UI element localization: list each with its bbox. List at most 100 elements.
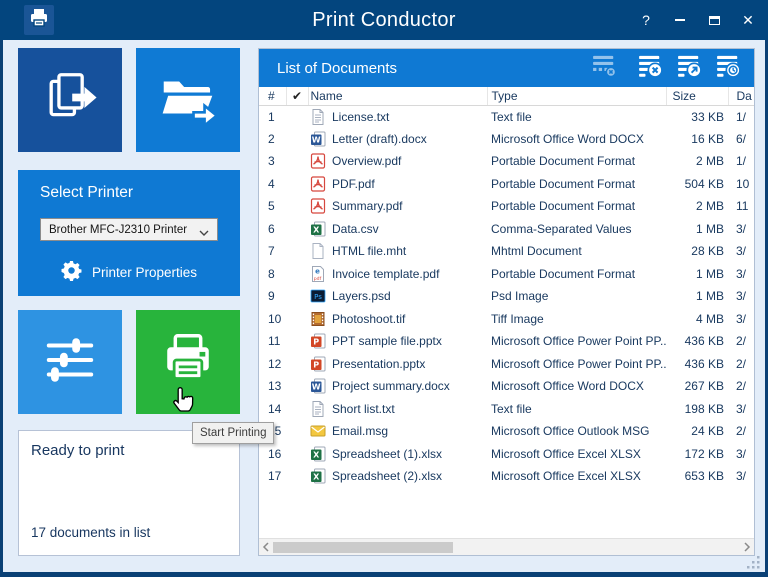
column-header-number[interactable]: # [259,87,286,105]
ppt-file-icon: P [310,356,326,372]
row-number-cell: 12 [259,353,286,376]
export-list-button[interactable] [677,56,703,80]
file-type-cell: Portable Document Format [487,173,666,196]
pdf-file-icon [310,153,326,169]
list-remove-icon [592,55,618,82]
table-row[interactable]: 2WLetter (draft).docxMicrosoft Office Wo… [259,128,754,151]
table-row[interactable]: 1License.txtText file33 KB1/ [259,105,754,128]
table-row[interactable]: 12PPresentation.pptxMicrosoft Office Pow… [259,353,754,376]
file-type-cell: Tiff Image [487,308,666,331]
table-row[interactable]: 10Photoshoot.tifTiff Image4 MB3/ [259,308,754,331]
scrollbar-thumb[interactable] [273,542,453,553]
file-size-cell: 198 KB [666,398,728,421]
file-date-cell: 3/ [728,263,754,286]
column-header-size[interactable]: Size [666,87,728,105]
recent-lists-button[interactable] [716,56,742,80]
row-check-cell [286,263,308,286]
table-row[interactable]: 16XSpreadsheet (1).xlsxMicrosoft Office … [259,443,754,466]
svg-text:pdf: pdf [314,276,322,282]
column-header-name[interactable]: Name [308,87,487,105]
row-number-cell: 8 [259,263,286,286]
file-name-cell: PDF.pdf [308,173,487,196]
file-size-cell: 1 MB [666,263,728,286]
file-name-cell: HTML file.mht [308,240,487,263]
table-row[interactable]: 6XData.csvComma-Separated Values1 MB3/ [259,218,754,241]
file-name-text: PDF.pdf [332,177,375,191]
maximize-button[interactable] [706,0,722,40]
add-files-button[interactable] [18,48,122,152]
file-size-cell: 436 KB [666,330,728,353]
file-type-cell: Microsoft Office Outlook MSG [487,420,666,443]
file-name-cell: Email.msg [308,420,487,443]
file-name-text: Summary.pdf [332,199,402,213]
svg-text:Ps: Ps [314,293,322,301]
row-number-cell: 11 [259,330,286,353]
file-date-cell: 3/ [728,285,754,308]
row-number-cell: 13 [259,375,286,398]
table-row[interactable]: 15Email.msgMicrosoft Office Outlook MSG2… [259,420,754,443]
table-row[interactable]: 13WProject summary.docxMicrosoft Office … [259,375,754,398]
file-size-cell: 33 KB [666,105,728,128]
resize-grip[interactable] [744,553,762,576]
row-number-cell: 5 [259,195,286,218]
column-header-check[interactable]: ✔ [286,87,308,105]
horizontal-scrollbar[interactable] [259,538,754,555]
file-size-cell: 1 MB [666,285,728,308]
file-name-text: Project summary.docx [332,379,450,393]
file-size-cell: 4 MB [666,308,728,331]
document-table-head: #✔NameTypeSizeDa [259,87,754,105]
file-size-cell: 24 KB [666,420,728,443]
close-button[interactable]: ✕ [740,0,756,40]
file-name-cell: W Project summary.docx [308,375,487,398]
row-check-cell [286,353,308,376]
mht-file-icon [310,243,326,259]
list-toolbar [592,56,742,80]
svg-text:X: X [313,450,320,459]
status-panel: Ready to print 17 documents in list [18,430,240,556]
row-number-cell: 1 [259,105,286,128]
table-row[interactable]: 9PsLayers.psdPsd Image1 MB3/ [259,285,754,308]
help-button[interactable]: ? [638,0,654,40]
printer-properties-button[interactable]: Printer Properties [18,260,240,284]
table-row[interactable]: 4PDF.pdfPortable Document Format504 KB10 [259,173,754,196]
header-row: #✔NameTypeSizeDa [259,87,754,105]
scroll-left-arrow-icon[interactable] [259,539,273,555]
table-row[interactable]: 17XSpreadsheet (2).xlsxMicrosoft Office … [259,465,754,488]
file-type-cell: Portable Document Format [487,150,666,173]
file-name-cell: epdfInvoice template.pdf [308,263,487,286]
table-row[interactable]: 7HTML file.mhtMhtml Document28 KB3/ [259,240,754,263]
table-row[interactable]: 3Overview.pdfPortable Document Format2 M… [259,150,754,173]
file-size-cell: 16 KB [666,128,728,151]
document-table-body: 1License.txtText file33 KB1/2WLetter (dr… [259,105,754,488]
file-type-cell: Portable Document Format [487,195,666,218]
file-name-text: Layers.psd [332,289,391,303]
table-row[interactable]: 14Short list.txtText file198 KB3/ [259,398,754,421]
open-folder-button[interactable] [136,48,240,152]
list-history-icon [716,55,742,82]
file-size-cell: 436 KB [666,353,728,376]
table-row[interactable]: 5Summary.pdfPortable Document Format2 MB… [259,195,754,218]
clear-list-button[interactable] [638,56,664,80]
svg-text:W: W [312,383,321,392]
select-printer-panel: Select Printer Brother MFC-J2310 Printer… [18,170,240,296]
svg-text:P: P [313,338,319,347]
minimize-button[interactable] [672,0,688,40]
file-name-cell: WLetter (draft).docx [308,128,487,151]
row-number-cell: 16 [259,443,286,466]
file-type-cell: Microsoft Office Power Point PP... [487,353,666,376]
file-type-cell: Comma-Separated Values [487,218,666,241]
file-type-cell: Mhtml Document [487,240,666,263]
column-header-type[interactable]: Type [487,87,666,105]
settings-button[interactable] [18,310,122,414]
file-name-cell: XSpreadsheet (2).xlsx [308,465,487,488]
minimize-icon [675,19,685,21]
printer-dropdown[interactable]: Brother MFC-J2310 Printer [40,218,218,241]
table-row[interactable]: 8epdfInvoice template.pdfPortable Docume… [259,263,754,286]
column-header-date[interactable]: Da [728,87,754,105]
file-name-text: Letter (draft).docx [332,132,427,146]
file-name-text: Spreadsheet (1).xlsx [332,447,442,461]
table-row[interactable]: 11PPPT sample file.pptxMicrosoft Office … [259,330,754,353]
list-export-icon [677,55,703,82]
row-number-cell: 14 [259,398,286,421]
svg-text:P: P [313,360,319,369]
